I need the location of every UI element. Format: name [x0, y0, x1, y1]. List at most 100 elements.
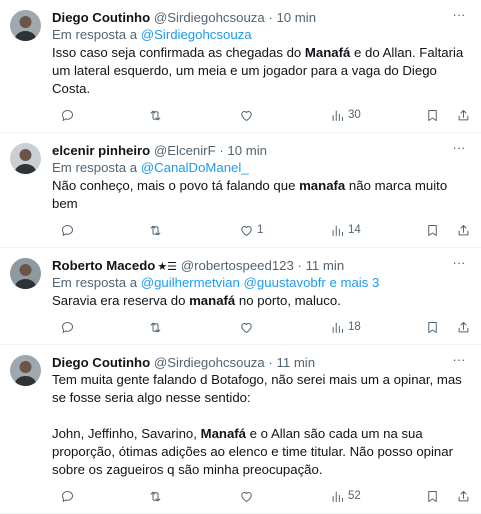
heart-icon — [239, 320, 254, 335]
share-button[interactable] — [456, 222, 471, 238]
avatar[interactable] — [10, 258, 41, 289]
tweet-text: Isso caso seja confirmada as chegadas do… — [52, 44, 469, 98]
reply-button[interactable] — [60, 222, 75, 238]
tweet[interactable]: elcenir pinheiro @ElcenirF · 10 min ··· Em… — [0, 133, 481, 248]
reply-icon — [60, 489, 75, 504]
more-icon[interactable]: ··· — [451, 256, 467, 272]
separator-dot: · — [219, 143, 224, 158]
author-handle[interactable]: @ElcenirF — [154, 143, 216, 158]
retweet-button[interactable] — [148, 488, 163, 504]
more-icon[interactable]: ··· — [451, 8, 467, 24]
views-button[interactable]: 30 — [330, 107, 361, 123]
reply-mention-link[interactable]: @Sirdiegohcsouza — [141, 27, 252, 42]
timestamp[interactable]: 11 min — [306, 258, 345, 273]
views-count: 14 — [348, 224, 361, 236]
reply-prefix: Em resposta a — [52, 27, 138, 42]
avatar[interactable] — [10, 355, 41, 386]
views-icon — [330, 489, 345, 504]
share-icon — [456, 223, 471, 238]
reply-mention-link[interactable]: @guilhermetvian @guustavobfr e mais 3 — [141, 275, 380, 290]
text-segment: Saravia era reserva do — [52, 293, 190, 308]
more-icon[interactable]: ··· — [451, 353, 467, 369]
author-handle[interactable]: @Sirdiegohcsouza — [154, 355, 265, 370]
reply-icon — [60, 108, 75, 123]
bookmark-button[interactable] — [425, 107, 440, 123]
reply-prefix: Em resposta a — [52, 160, 138, 175]
views-count: 30 — [348, 109, 361, 121]
author-handle[interactable]: @Sirdiegohcsouza — [154, 10, 265, 25]
avatar[interactable] — [10, 143, 41, 174]
share-icon — [456, 108, 471, 123]
views-button[interactable]: 18 — [330, 319, 361, 335]
share-button[interactable] — [456, 319, 471, 335]
tweet[interactable]: Roberto Macedo ★☰ @robertospeed123 · 11 m… — [0, 248, 481, 345]
retweet-button[interactable] — [148, 107, 163, 123]
timestamp[interactable]: 10 min — [276, 10, 316, 25]
verified-badge-icon: ★☰ — [157, 261, 178, 273]
text-segment: Não conheço, mais o povo tá falando que — [52, 178, 300, 193]
reply-prefix: Em resposta a — [52, 275, 138, 290]
more-icon[interactable]: ··· — [451, 141, 467, 157]
text-segment: Isso caso seja confirmada as chegadas do — [52, 45, 305, 60]
tweet[interactable]: Diego Coutinho @Sirdiegohcsouza · 10 min… — [0, 0, 481, 133]
heart-icon — [239, 223, 254, 238]
reply-button[interactable] — [60, 319, 75, 335]
reply-button[interactable] — [60, 107, 75, 123]
tweet[interactable]: Diego Coutinho @Sirdiegohcsouza · 11 min… — [0, 345, 481, 514]
author-name[interactable]: Diego Coutinho — [52, 10, 150, 25]
avatar[interactable] — [10, 10, 41, 41]
reply-mention-link[interactable]: @CanalDoManel_ — [141, 160, 249, 175]
author-name[interactable]: elcenir pinheiro — [52, 143, 150, 158]
share-icon — [456, 320, 471, 335]
reply-context: Em resposta a @CanalDoManel_ — [52, 159, 469, 177]
views-button[interactable]: 14 — [330, 222, 361, 238]
retweet-icon — [148, 489, 163, 504]
highlighted-term: manafá — [189, 293, 236, 308]
heart-icon — [239, 489, 254, 504]
separator-dot: · — [268, 10, 273, 25]
bookmark-icon — [425, 223, 440, 238]
views-button[interactable]: 52 — [330, 488, 361, 504]
retweet-button[interactable] — [148, 222, 163, 238]
share-button[interactable] — [456, 107, 471, 123]
bookmark-button[interactable] — [425, 488, 440, 504]
tweet-header: Diego Coutinho @Sirdiegohcsouza · 11 min — [52, 354, 469, 371]
tweet-text: Não conheço, mais o povo tá falando que … — [52, 177, 469, 213]
like-button[interactable] — [239, 488, 254, 504]
share-button[interactable] — [456, 488, 471, 504]
retweet-button[interactable] — [148, 319, 163, 335]
author-handle[interactable]: @robertospeed123 — [181, 258, 294, 273]
timestamp[interactable]: 10 min — [227, 143, 267, 158]
bookmark-icon — [425, 108, 440, 123]
retweet-icon — [148, 320, 163, 335]
action-bar: 52 — [0, 479, 469, 513]
action-bar: 1 14 — [0, 213, 469, 247]
share-icon — [456, 489, 471, 504]
like-button[interactable] — [239, 107, 254, 123]
highlighted-term: Manafá — [304, 45, 351, 60]
retweet-icon — [148, 108, 163, 123]
like-button[interactable] — [239, 319, 254, 335]
bookmark-button[interactable] — [425, 319, 440, 335]
highlighted-term: Manafá — [200, 426, 247, 441]
retweet-icon — [148, 223, 163, 238]
reply-context: Em resposta a @Sirdiegohcsouza — [52, 26, 469, 44]
author-name[interactable]: Roberto Macedo — [52, 258, 155, 273]
separator-dot: · — [297, 258, 302, 273]
tweet-text: Tem muita gente falando d Botafogo, não … — [52, 371, 469, 479]
like-count: 1 — [257, 224, 264, 236]
bookmark-icon — [425, 489, 440, 504]
author-name[interactable]: Diego Coutinho — [52, 355, 150, 370]
bookmark-icon — [425, 320, 440, 335]
bookmark-button[interactable] — [425, 222, 440, 238]
reply-button[interactable] — [60, 488, 75, 504]
action-bar: 18 — [0, 310, 469, 344]
like-button[interactable]: 1 — [239, 222, 263, 238]
highlighted-term: manafa — [299, 178, 346, 193]
tweet-text: Saravia era reserva do manafá no porto, … — [52, 292, 469, 310]
timestamp[interactable]: 11 min — [276, 355, 315, 370]
reply-context: Em resposta a @guilhermetvian @guustavob… — [52, 274, 469, 292]
views-icon — [330, 108, 345, 123]
reply-icon — [60, 320, 75, 335]
text-segment: no porto, maluco. — [235, 293, 341, 308]
